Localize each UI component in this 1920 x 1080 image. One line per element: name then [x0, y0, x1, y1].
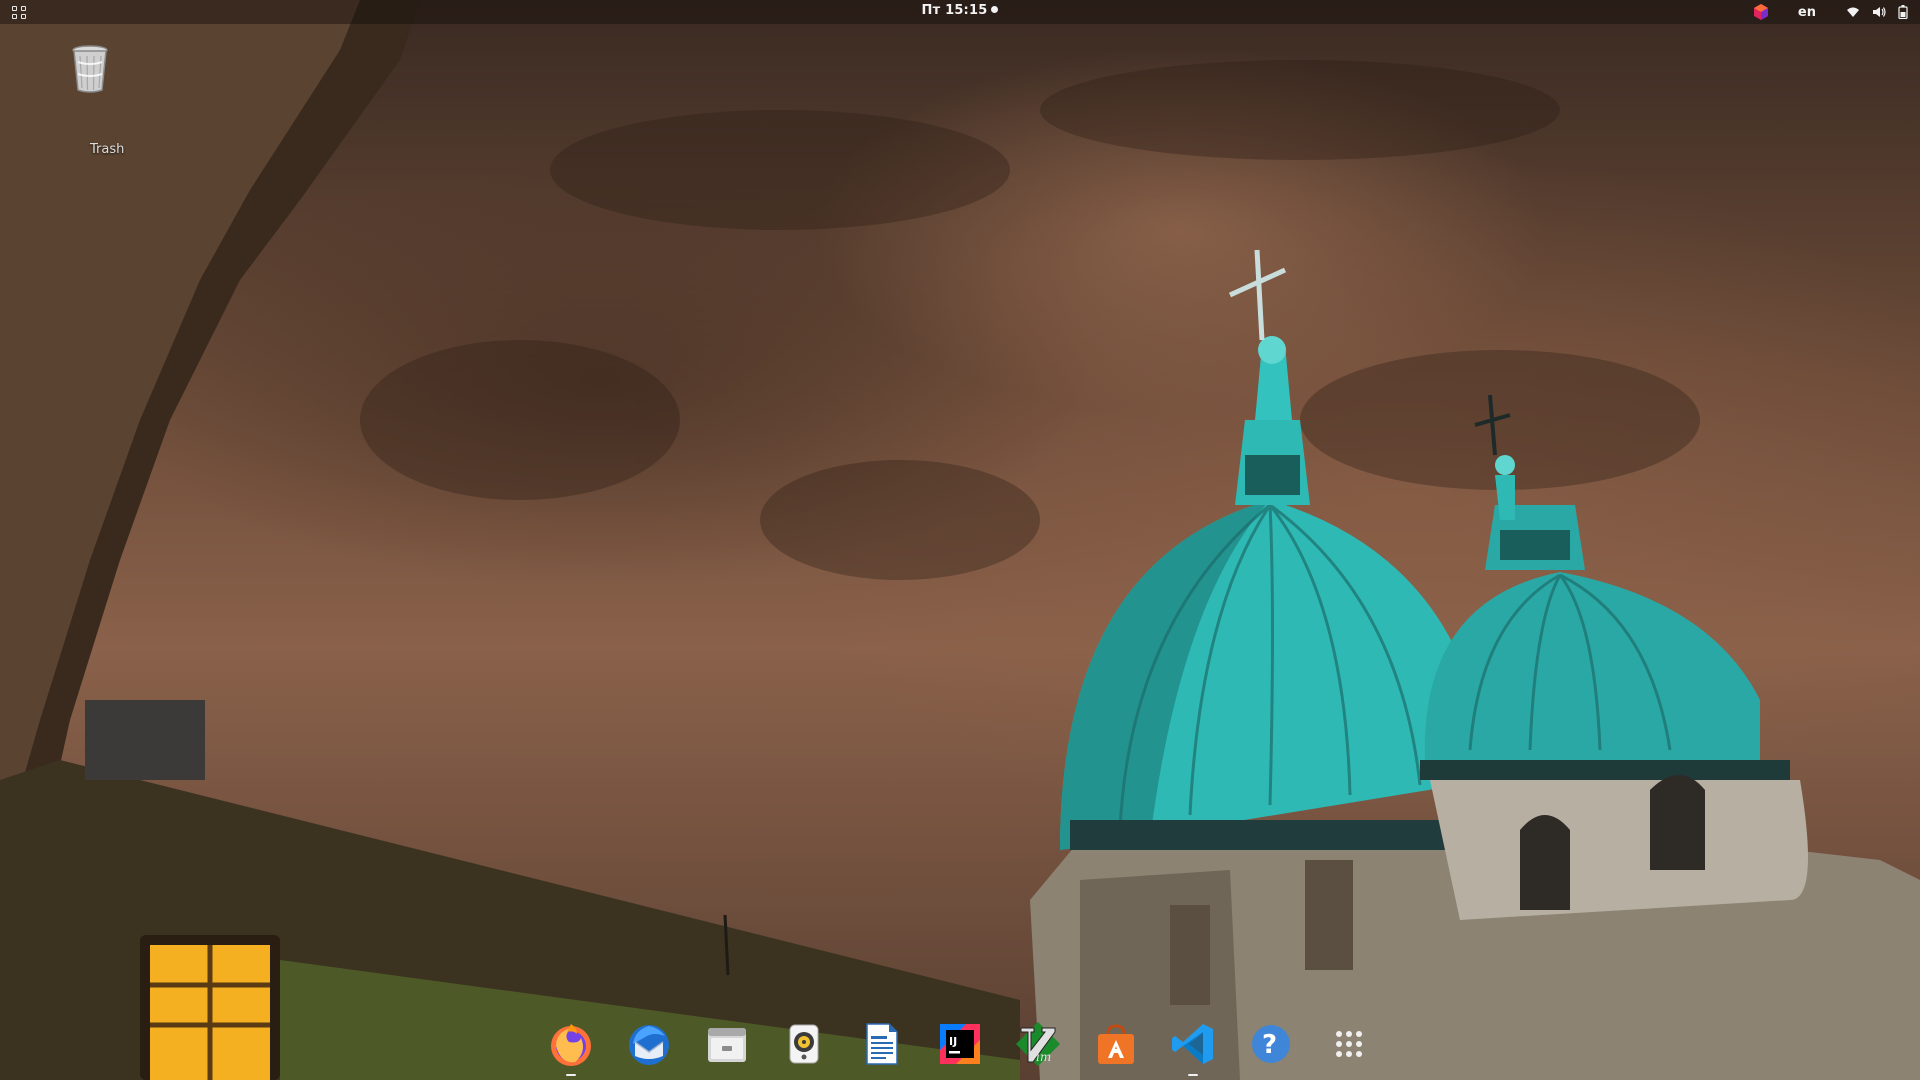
software-center-icon	[1097, 1024, 1134, 1064]
dock-item-intellij-idea[interactable]: IJ	[934, 1020, 986, 1076]
app-grid-icon	[1335, 1031, 1362, 1057]
dock-item-help[interactable]: ?	[1245, 1020, 1297, 1076]
svg-text:im: im	[1036, 1050, 1051, 1064]
dock-item-thunderbird[interactable]	[623, 1020, 675, 1076]
language-indicator[interactable]: en	[1798, 5, 1816, 20]
files-icon	[707, 1028, 746, 1062]
svg-text:IJ: IJ	[949, 1035, 957, 1048]
intellij-icon: IJ	[939, 1024, 980, 1064]
trash-desktop-icon[interactable]: Trash	[40, 40, 140, 160]
trash-label: Trash	[90, 142, 125, 157]
vim-icon: im	[1015, 1022, 1060, 1066]
dock-item-files[interactable]	[701, 1020, 753, 1076]
status-menu[interactable]	[1846, 5, 1908, 19]
writer-icon	[866, 1023, 898, 1065]
system-tray: en	[1752, 0, 1908, 24]
top-bar: Пт 15:15 en	[0, 0, 1920, 24]
wifi-icon	[1847, 7, 1859, 17]
dock: IJ im ?	[545, 1016, 1375, 1080]
battery-icon	[1898, 5, 1908, 19]
dock-item-vscode[interactable]	[1167, 1020, 1219, 1076]
thunderbird-icon	[628, 1025, 669, 1065]
firefox-icon	[551, 1024, 591, 1066]
rhythmbox-icon	[789, 1024, 819, 1064]
dock-item-rhythmbox[interactable]	[778, 1020, 830, 1076]
dock-item-firefox[interactable]	[545, 1020, 597, 1076]
clock-label: Пт 15:15	[921, 3, 988, 18]
notification-dot-icon	[991, 6, 999, 13]
show-applications-button[interactable]	[1323, 1020, 1375, 1076]
volume-icon	[1873, 7, 1886, 17]
dock-item-vim[interactable]: im	[1012, 1020, 1064, 1076]
clock-button[interactable]: Пт 15:15	[0, 3, 1920, 18]
desktop-wallpaper	[0, 0, 1920, 1080]
dock-item-software-center[interactable]	[1090, 1020, 1142, 1076]
dock-item-libreoffice-writer[interactable]	[856, 1020, 908, 1076]
trash-icon	[72, 45, 108, 93]
vscode-icon	[1172, 1024, 1214, 1064]
svg-text:?: ?	[1262, 1030, 1277, 1060]
running-indicator	[1188, 1074, 1199, 1076]
app-cube-icon[interactable]	[1752, 3, 1770, 21]
running-indicator	[566, 1074, 576, 1076]
help-icon: ?	[1252, 1025, 1291, 1063]
